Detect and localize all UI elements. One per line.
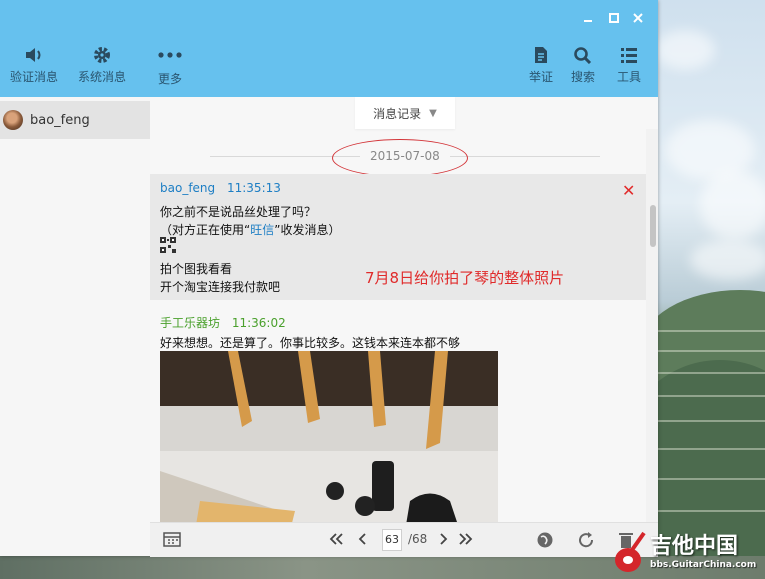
date-separator: 2015-07-08 — [150, 139, 650, 177]
gear-icon — [94, 47, 110, 63]
guitar-logo-icon — [615, 531, 646, 572]
chat-window: 验证消息 系统消息 更多 举证 搜索 工具 bao_feng 消息记录 ▼ 20… — [0, 0, 658, 557]
guitar-photo-image — [160, 351, 498, 522]
verify-messages-label: 验证消息 — [10, 70, 59, 84]
history-tab-label: 消息记录 — [373, 106, 422, 121]
contact-item[interactable]: bao_feng — [0, 101, 150, 139]
sender-name[interactable]: bao_feng — [160, 181, 215, 195]
tools-button[interactable]: 工具 — [617, 46, 641, 85]
close-window-button[interactable] — [628, 10, 648, 26]
globe-icon[interactable] — [536, 531, 554, 549]
maximize-icon — [609, 13, 619, 23]
title-bar: 验证消息 系统消息 更多 举证 搜索 工具 — [0, 0, 658, 97]
evidence-label: 举证 — [529, 70, 554, 84]
page-number-input[interactable]: 63 — [382, 529, 402, 551]
message-block: 手工乐器坊 11:36:02 好来想想。还是算了。你事比较多。这钱本来连本都不够 — [150, 307, 646, 522]
message-note: ”收发消息） — [274, 223, 341, 237]
system-messages-label: 系统消息 — [78, 70, 127, 84]
more-button[interactable]: 更多 — [157, 46, 183, 87]
evidence-button[interactable]: 举证 — [529, 46, 553, 85]
guitar-photo[interactable] — [160, 351, 498, 522]
verify-messages-button[interactable]: 验证消息 — [10, 46, 58, 85]
message-header: 手工乐器坊 11:36:02 — [160, 314, 286, 331]
scrollbar-thumb[interactable] — [650, 205, 656, 247]
contact-name: bao_feng — [30, 112, 90, 128]
next-page-icon[interactable] — [438, 531, 450, 547]
maximize-button[interactable] — [604, 10, 624, 26]
history-tab[interactable]: 消息记录 ▼ — [355, 97, 455, 129]
message-history-panel: 消息记录 ▼ 2015-07-08 bao_feng 11:35:13 ✕ 你之… — [150, 97, 658, 522]
history-bottom-bar: 63 /68 — [150, 522, 658, 557]
watermark-title: 吉他中国 — [650, 534, 739, 559]
page-total: /68 — [408, 532, 428, 546]
watermark: 吉他中国 bbs.GuitarChina.com — [610, 528, 765, 579]
calendar-icon[interactable] — [163, 531, 181, 547]
prev-page-icon[interactable] — [356, 531, 368, 547]
message-text: （对方正在使用“旺信”收发消息） — [160, 221, 340, 238]
sender-name[interactable]: 手工乐器坊 — [160, 316, 220, 330]
scrollbar-track[interactable] — [646, 129, 658, 522]
message-text: 你之前不是说品丝处理了吗？ — [160, 205, 317, 219]
minimize-button[interactable] — [578, 10, 598, 26]
divider — [450, 156, 600, 157]
search-label: 搜索 — [571, 70, 596, 84]
speaker-icon — [26, 48, 41, 62]
contact-sidebar: bao_feng — [0, 97, 151, 556]
search-button[interactable]: 搜索 — [571, 46, 595, 85]
message-header: bao_feng 11:35:13 — [160, 181, 281, 195]
tools-label: 工具 — [617, 70, 642, 84]
refresh-icon[interactable] — [577, 531, 595, 549]
search-icon — [574, 47, 592, 64]
message-text: 拍个图我看看 — [160, 262, 233, 276]
close-icon — [633, 13, 643, 23]
document-icon — [535, 47, 547, 63]
system-messages-button[interactable]: 系统消息 — [78, 46, 126, 85]
message-time: 11:36:02 — [231, 316, 286, 330]
message-block: bao_feng 11:35:13 ✕ 你之前不是说品丝处理了吗？ （对方正在使… — [150, 174, 646, 300]
first-page-icon[interactable] — [328, 531, 344, 547]
more-label: 更多 — [157, 72, 182, 86]
avatar — [3, 110, 23, 130]
more-icon — [158, 52, 182, 58]
list-icon — [621, 48, 637, 63]
red-text-annotation: 7月8日给你拍了琴的整体照片 — [365, 269, 565, 287]
message-text: 好来想想。还是算了。你事比较多。这钱本来连本都不够 — [160, 336, 461, 350]
dropdown-arrow-icon: ▼ — [429, 107, 437, 119]
last-page-icon[interactable] — [458, 531, 474, 547]
minimize-icon — [584, 20, 592, 22]
message-note: （对方正在使用“ — [160, 223, 251, 237]
message-time: 11:35:13 — [226, 181, 281, 195]
message-text: 开个淘宝连接我付款吧 — [160, 280, 281, 294]
close-icon[interactable]: ✕ — [622, 181, 635, 200]
watermark-url: bbs.GuitarChina.com — [650, 560, 757, 570]
wangxin-link[interactable]: 旺信 — [250, 223, 274, 237]
red-circle-annotation — [332, 139, 468, 177]
qr-code-icon — [160, 237, 176, 253]
